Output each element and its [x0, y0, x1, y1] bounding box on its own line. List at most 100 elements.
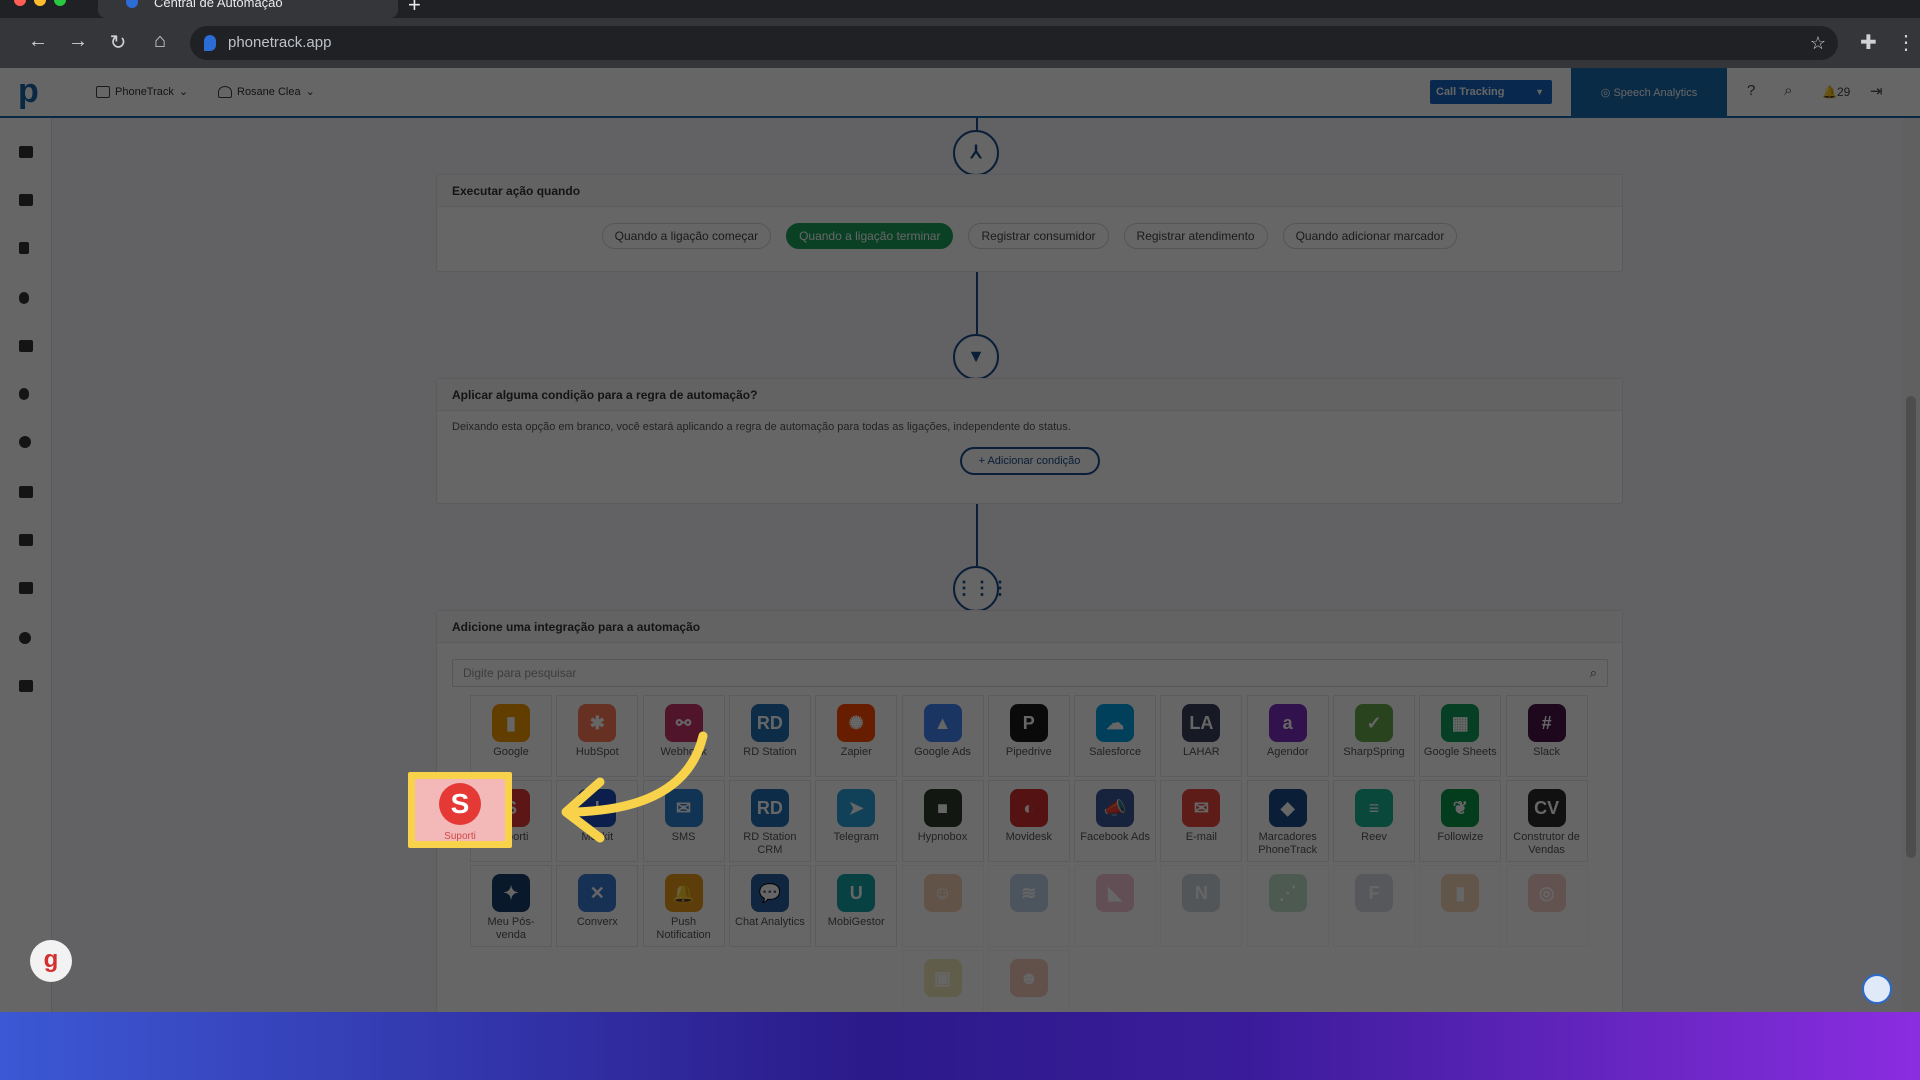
- integration-tile[interactable]: ❦ Followize: [1419, 780, 1502, 862]
- integration-tile[interactable]: ☁ Salesforce: [1074, 695, 1157, 777]
- trigger-option-service[interactable]: Registrar atendimento: [1123, 223, 1268, 249]
- integration-tile[interactable]: 💬 Chat Analytics: [728, 865, 811, 947]
- phonetrack-logo[interactable]: p: [18, 74, 39, 108]
- integration-logo-icon: ⚯: [664, 704, 703, 742]
- integration-tile[interactable]: ◐ Movidesk: [987, 780, 1070, 862]
- book-icon[interactable]: [19, 534, 33, 546]
- phone-icon[interactable]: [19, 292, 29, 304]
- puzzle-icon[interactable]: [19, 582, 33, 594]
- reload-icon[interactable]: ↻: [104, 30, 132, 55]
- phone-call-icon[interactable]: [19, 388, 29, 400]
- integration-tile[interactable]: ▮ Google: [470, 695, 552, 777]
- integration-tile[interactable]: LA LAHAR: [1160, 695, 1243, 777]
- integration-search-input[interactable]: Digite para pesquisar ⌕: [452, 659, 1608, 687]
- integration-tile[interactable]: ≋: [987, 865, 1070, 947]
- integration-label: LAHAR: [1183, 746, 1220, 758]
- integration-tile[interactable]: ⚯ Webhook: [642, 695, 725, 777]
- highlighted-integration-tile[interactable]: S Suporti: [408, 772, 512, 848]
- new-tab-button[interactable]: +: [408, 0, 421, 18]
- chat-widget-icon[interactable]: [1862, 974, 1892, 1004]
- speech-analytics-label: Speech Analytics: [1613, 87, 1698, 99]
- integration-tile[interactable]: ☻: [987, 950, 1070, 1012]
- integration-tile[interactable]: F: [1333, 865, 1415, 947]
- integration-tile[interactable]: ⋰: [1246, 865, 1329, 947]
- close-window-icon[interactable]: [14, 0, 26, 6]
- integration-tile[interactable]: 📣 Facebook Ads: [1074, 780, 1157, 862]
- add-condition-button[interactable]: + Adicionar condição: [959, 447, 1100, 475]
- integration-tile[interactable]: ▦ Google Sheets: [1419, 695, 1502, 777]
- integration-tile[interactable]: ■ Hypnobox: [901, 780, 984, 862]
- home-icon[interactable]: ⌂: [146, 30, 174, 53]
- integration-tile[interactable]: CV Construtor de Vendas: [1505, 780, 1588, 862]
- integration-label: Google Sheets: [1423, 746, 1497, 758]
- integration-tile[interactable]: ◎: [1505, 865, 1588, 947]
- trigger-title: Executar ação quando: [437, 175, 1622, 207]
- integration-tile[interactable]: ≡ Reev: [1333, 780, 1415, 862]
- building-icon[interactable]: [19, 194, 33, 206]
- trigger-option-end[interactable]: Quando a ligação terminar: [786, 223, 954, 249]
- integration-tile[interactable]: # Slack: [1505, 695, 1588, 777]
- trigger-option-consumer[interactable]: Registrar consumidor: [968, 223, 1109, 249]
- integration-tile[interactable]: 🔔 Push Notification: [642, 865, 725, 947]
- integration-tile[interactable]: RD RD Station CRM: [728, 780, 811, 862]
- notifications-button[interactable]: 🔔29: [1822, 85, 1850, 99]
- trigger-option-start[interactable]: Quando a ligação começar: [601, 223, 772, 249]
- speech-analytics-button[interactable]: ◎ Speech Analytics: [1571, 68, 1727, 118]
- minimize-window-icon[interactable]: [34, 0, 46, 6]
- integration-tile[interactable]: ◣: [1074, 865, 1157, 947]
- integration-tile[interactable]: ▲ Google Ads: [901, 695, 984, 777]
- address-bar[interactable]: phonetrack.app ☆: [190, 26, 1838, 60]
- integration-tile[interactable]: ✉ SMS: [642, 780, 725, 862]
- logout-icon[interactable]: ⇥: [1870, 82, 1883, 100]
- company-menu[interactable]: PhoneTrack ⌄: [96, 85, 188, 98]
- integration-tile[interactable]: RD RD Station: [728, 695, 811, 777]
- tab-title: Central de Automação: [154, 0, 283, 10]
- integration-tile[interactable]: ✱ HubSpot: [556, 695, 639, 777]
- integration-tile[interactable]: ! Moskit: [556, 780, 639, 862]
- integration-tile[interactable]: U MobiGestor: [815, 865, 898, 947]
- help-icon[interactable]: ?: [1747, 82, 1755, 99]
- integration-tile[interactable]: ➤ Telegram: [815, 780, 898, 862]
- automation-content: ⅄ Executar ação quando Quando a ligação …: [52, 118, 1902, 1012]
- target-icon[interactable]: [19, 436, 31, 448]
- integration-label: MobiGestor: [827, 916, 885, 928]
- dashboard-icon[interactable]: [19, 146, 33, 158]
- integration-logo-icon: ▲: [923, 704, 962, 742]
- search-icon[interactable]: ⌕: [1784, 82, 1792, 99]
- browser-tab[interactable]: Central de Automação: [98, 0, 398, 18]
- integration-tile[interactable]: ✓ SharpSpring: [1333, 695, 1415, 777]
- bookmark-star-icon[interactable]: ☆: [1810, 26, 1826, 60]
- integration-tile[interactable]: a Agendor: [1246, 695, 1329, 777]
- integration-logo-icon: ➤: [837, 789, 876, 827]
- forward-icon[interactable]: →: [64, 30, 92, 53]
- integration-tile[interactable]: ✺ Zapier: [815, 695, 898, 777]
- store-icon[interactable]: [19, 680, 33, 692]
- integration-tile[interactable]: P Pipedrive: [987, 695, 1070, 777]
- integration-label: Push Notification: [656, 916, 711, 941]
- integration-tile[interactable]: ▣: [901, 950, 984, 1012]
- integration-tile[interactable]: ✉ E-mail: [1160, 780, 1243, 862]
- integration-tile[interactable]: ◆ Marcadores PhoneTrack: [1246, 780, 1329, 862]
- integration-tile[interactable]: ✦ Meu Pós-venda: [470, 865, 552, 947]
- scrollbar-thumb[interactable]: [1906, 396, 1916, 858]
- contact-card-icon[interactable]: [19, 340, 33, 352]
- integration-tile[interactable]: N: [1160, 865, 1243, 947]
- call-tracking-dropdown[interactable]: Call Tracking ▼: [1430, 80, 1552, 104]
- flag-icon[interactable]: [19, 242, 29, 254]
- back-icon[interactable]: ←: [24, 30, 52, 53]
- integration-label: Hypnobox: [917, 831, 968, 843]
- integration-tile[interactable]: ✕ Converx: [556, 865, 639, 947]
- gear-icon[interactable]: [19, 632, 31, 644]
- browser-menu-icon[interactable]: ⋮: [1896, 30, 1916, 55]
- user-menu[interactable]: Rosane Clea ⌄: [218, 85, 315, 98]
- users-icon[interactable]: [19, 486, 33, 498]
- maximize-window-icon[interactable]: [54, 0, 66, 6]
- integration-tile[interactable]: ☺: [901, 865, 984, 947]
- integration-logo-icon: ≡: [1355, 789, 1393, 827]
- trigger-option-marker[interactable]: Quando adicionar marcador: [1282, 223, 1458, 249]
- help-widget-g-icon[interactable]: g: [30, 940, 72, 982]
- extensions-icon[interactable]: ✚: [1860, 30, 1877, 55]
- window-controls[interactable]: [14, 0, 66, 6]
- integration-tile[interactable]: ▮: [1419, 865, 1502, 947]
- page-scrollbar[interactable]: [1902, 118, 1920, 1012]
